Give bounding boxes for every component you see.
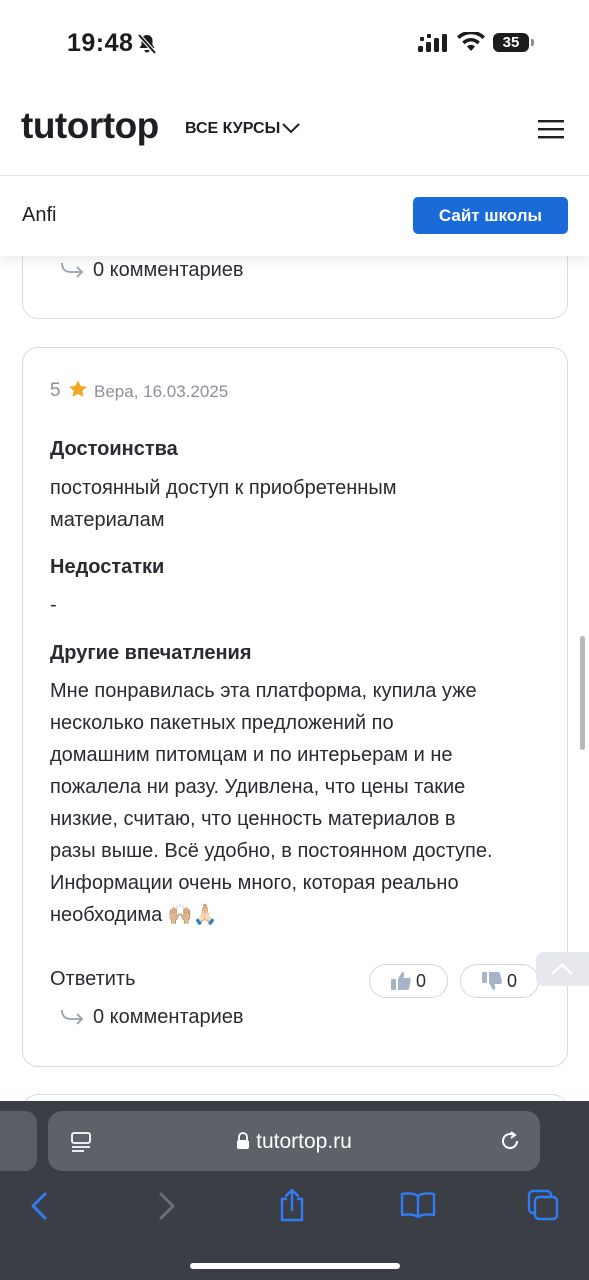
browser-toolbar: tutortop.ru [0, 1101, 589, 1280]
cons-text: - [50, 594, 57, 616]
dislike-count: 0 [507, 971, 518, 991]
scroll-to-top-button[interactable] [536, 952, 589, 986]
previous-tab-peek[interactable] [0, 1111, 37, 1171]
thumbs-down-icon [482, 972, 502, 990]
site-header: tutortop ВСЕ КУРСЫ [0, 95, 589, 176]
text-line: необходима 🙌🏼🙏🏻 [50, 904, 218, 926]
all-courses-menu[interactable]: ВСЕ КУРСЫ [185, 120, 280, 138]
reply-arrow-icon [61, 1009, 84, 1025]
reload-icon[interactable] [498, 1129, 522, 1153]
comments-count[interactable]: 0 комментариев [93, 259, 244, 282]
text-line: постоянный доступ к приобретенным [50, 477, 397, 499]
forward-icon[interactable] [156, 1191, 178, 1221]
home-indicator [190, 1263, 400, 1269]
like-count: 0 [416, 971, 427, 991]
star-icon [69, 380, 87, 397]
url-text: tutortop.ru [256, 1130, 352, 1153]
bell-muted-icon [137, 33, 157, 55]
url-field[interactable]: tutortop.ru [48, 1130, 540, 1154]
site-logo[interactable]: tutortop [21, 105, 159, 147]
text-line: Мне понравилась эта платформа, купила уж… [50, 680, 477, 702]
text-line: домашним питомцам и по интерьерам и не [50, 744, 453, 766]
wifi-icon [457, 32, 485, 51]
battery-indicator: 35 [493, 33, 529, 52]
school-site-button[interactable]: Сайт школы [413, 197, 568, 234]
lock-icon [237, 1132, 250, 1149]
review-author-date: Вера, 16.03.2025 [94, 382, 229, 401]
cellular-signal-icon [418, 34, 447, 52]
other-impressions-text: Мне понравилась эта платформа, купила уж… [50, 675, 550, 931]
address-bar[interactable]: tutortop.ru [48, 1111, 540, 1171]
cons-title: Недостатки [50, 556, 165, 578]
thumbs-up-icon [391, 972, 411, 990]
status-bar: 19:48 35 [0, 0, 589, 90]
school-bar: Anfi Сайт школы [0, 176, 589, 256]
pros-title: Достоинства [50, 438, 178, 460]
text-line: материалам [50, 509, 165, 531]
text-line: разы выше. Всё удобно, в постоянном дост… [50, 840, 493, 862]
text-line: Информации очень много, которая реально [50, 872, 459, 894]
school-name: Anfi [22, 204, 57, 226]
reply-arrow-icon [61, 262, 84, 278]
comments-count[interactable]: 0 комментариев [93, 1006, 244, 1029]
other-impressions-title: Другие впечатления [50, 642, 252, 664]
tabs-icon[interactable] [527, 1189, 559, 1221]
review-rating: 5 [50, 380, 61, 401]
battery-nub [531, 39, 534, 46]
share-icon[interactable] [277, 1187, 307, 1223]
reply-button[interactable]: Ответить [50, 968, 136, 991]
chevron-down-icon[interactable] [282, 122, 300, 134]
dislike-button[interactable]: 0 [460, 964, 539, 998]
text-line: пожалела ни разу. Удивлена, что цены так… [50, 776, 466, 798]
pros-text: постоянный доступ к приобретенным матери… [50, 472, 550, 536]
like-button[interactable]: 0 [369, 964, 448, 998]
hamburger-menu-icon[interactable] [538, 119, 564, 139]
status-time: 19:48 [67, 29, 134, 57]
scrollbar[interactable] [580, 636, 585, 750]
bookmarks-icon[interactable] [400, 1191, 436, 1219]
text-line: несколько пакетных предложений по [50, 712, 394, 734]
text-line: низкие, считаю, что ценность материалов … [50, 808, 456, 830]
back-icon[interactable] [28, 1191, 50, 1221]
chevron-up-icon [551, 963, 573, 975]
